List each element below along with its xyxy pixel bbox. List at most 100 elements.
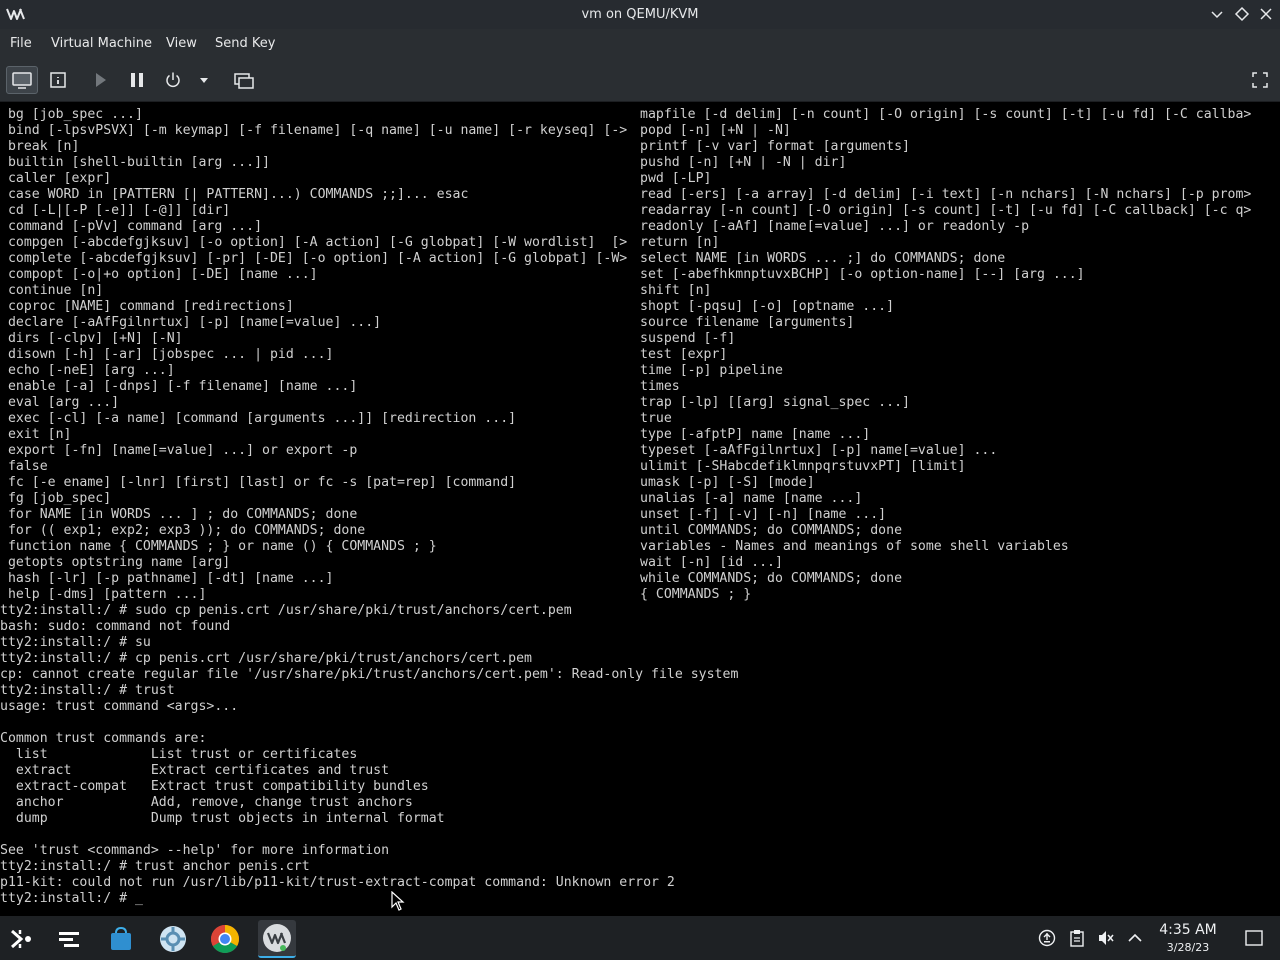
run-icon (96, 73, 106, 87)
vm-console[interactable]: bg [job_spec ...] bind [-lpsvPSVX] [-m k… (0, 102, 1280, 916)
console-line: readarray [-n count] [-O origin] [-s cou… (640, 203, 1252, 218)
console-line: export [-fn] [name[=value] ...] or expor… (0, 443, 358, 458)
console-line: eval [arg ...] (0, 395, 120, 410)
console-line: return [n] (640, 235, 720, 250)
console-line: dump Dump trust objects in internal form… (0, 811, 445, 826)
console-line: caller [expr] (0, 171, 112, 186)
console-line: declare [-aAfFgilnrtux] [-p] [name[=valu… (0, 315, 382, 330)
console-icon (12, 72, 32, 89)
fullscreen-button[interactable] (1246, 66, 1274, 94)
console-line: printf [-v var] format [arguments] (640, 139, 910, 154)
application-launcher-icon (11, 929, 31, 949)
console-line: case WORD in [PATTERN [| PATTERN]...) CO… (0, 187, 469, 202)
console-line: umask [-p] [-S] [mode] (640, 475, 815, 490)
console-view-button[interactable] (6, 66, 38, 94)
minimize-icon[interactable] (1209, 6, 1225, 22)
console-line: p11-kit: could not run /usr/lib/p11-kit/… (0, 875, 675, 890)
console-line: source filename [arguments] (640, 315, 855, 330)
console-line: enable [-a] [-dnps] [-f filename] [name … (0, 379, 358, 394)
console-line: echo [-neE] [arg ...] (0, 363, 175, 378)
console-line: fc [-e ename] [-lnr] [first] [last] or f… (0, 475, 517, 490)
console-line: cp: cannot create regular file '/usr/sha… (0, 667, 739, 682)
console-line: disown [-h] [-ar] [jobspec ... | pid ...… (0, 347, 334, 362)
virt-manager-icon (263, 924, 291, 952)
mouse-cursor-icon (391, 891, 405, 911)
console-line: trap [-lp] [[arg] signal_spec ...] (640, 395, 910, 410)
console-line: function name { COMMANDS ; } or name () … (0, 539, 437, 554)
console-line: readonly [-aAf] [name[=value] ...] or re… (640, 219, 1030, 234)
menu-bar: File Virtual Machine View Send Key (0, 29, 1280, 59)
menu-virtual-machine[interactable]: Virtual Machine (51, 29, 152, 59)
console-line: compgen [-abcdefgjksuv] [-o option] [-A … (0, 235, 628, 250)
task-manager-button[interactable] (50, 920, 88, 958)
clock-time[interactable]: 4:35 AM (1140, 922, 1236, 938)
virt-manager-task[interactable] (258, 920, 296, 958)
power-menu-button[interactable] (193, 66, 215, 94)
window-titlebar[interactable]: vm on QEMU/KVM (0, 0, 1280, 29)
console-line: fg [job_spec] (0, 491, 112, 506)
console-line: break [n] (0, 139, 80, 154)
console-line: pushd [-n] [+N | -N | dir] (640, 155, 847, 170)
console-line: set [-abefhkmnptuvxBCHP] [-o option-name… (640, 267, 1085, 282)
settings-button[interactable] (154, 920, 192, 958)
menu-file[interactable]: File (10, 29, 32, 59)
console-line: bg [job_spec ...] (0, 107, 143, 122)
volume-muted-icon[interactable] (1097, 929, 1115, 947)
pause-icon (131, 73, 143, 87)
console-line: dirs [-clpv] [+N] [-N] (0, 331, 183, 346)
console-line: test [expr] (640, 347, 728, 362)
console-line: pwd [-LP] (640, 171, 712, 186)
console-line: Common trust commands are: (0, 731, 207, 746)
console-line: shopt [-pqsu] [-o] [optname ...] (640, 299, 895, 314)
run-button[interactable] (86, 66, 114, 94)
console-line: getopts optstring name [arg] (0, 555, 231, 570)
power-button[interactable] (159, 66, 187, 94)
dropdown-icon (200, 78, 208, 83)
console-line: unset [-f] [-v] [-n] [name ...] (640, 507, 887, 522)
details-icon (50, 72, 66, 88)
console-line: mapfile [-d delim] [-n count] [-O origin… (640, 107, 1252, 122)
console-line: See 'trust <command> --help' for more in… (0, 843, 390, 858)
clock-date[interactable]: 3/28/23 (1140, 941, 1236, 954)
tray-update-icon[interactable] (1038, 929, 1056, 947)
settings-icon (160, 926, 186, 952)
show-desktop-icon[interactable] (1245, 929, 1263, 947)
fullscreen-icon (1252, 72, 1268, 88)
console-line: builtin [shell-builtin [arg ...]] (0, 155, 270, 170)
power-icon (166, 72, 180, 88)
snapshots-button[interactable] (230, 66, 258, 94)
menu-view[interactable]: View (166, 29, 197, 59)
discover-store-icon (111, 926, 131, 950)
application-launcher-button[interactable] (2, 920, 40, 958)
console-line: cd [-L|[-P [-e]] [-@]] [dir] (0, 203, 231, 218)
console-line: false (0, 459, 48, 474)
console-line: ulimit [-SHabcdefiklmnpqrstuvxPT] [limit… (640, 459, 966, 474)
console-line: compopt [-o|+o option] [-DE] [name ...] (0, 267, 318, 282)
console-line: extract-compat Extract trust compatibili… (0, 779, 429, 794)
details-view-button[interactable] (44, 66, 72, 94)
snapshots-icon (234, 73, 254, 89)
menu-send-key[interactable]: Send Key (215, 29, 275, 59)
console-line: usage: trust command <args>... (0, 699, 239, 714)
maximize-icon[interactable] (1234, 6, 1250, 22)
console-line: read [-ers] [-a array] [-d delim] [-i te… (640, 187, 1252, 202)
console-line: tty2:install:/ # sudo cp penis.crt /usr/… (0, 603, 572, 618)
chrome-button[interactable] (206, 920, 244, 958)
console-line: until COMMANDS; do COMMANDS; done (640, 523, 903, 538)
taskbar: 4:35 AM 3/28/23 (0, 916, 1280, 960)
console-line: select NAME [in WORDS ... ;] do COMMANDS… (640, 251, 1006, 266)
console-line: shift [n] (640, 283, 712, 298)
toolbar (0, 59, 1280, 102)
pause-button[interactable] (123, 66, 151, 94)
console-line: anchor Add, remove, change trust anchors (0, 795, 413, 810)
console-line: typeset [-aAfFgilnrtux] [-p] name[=value… (640, 443, 998, 458)
console-line: for (( exp1; exp2; exp3 )); do COMMANDS;… (0, 523, 366, 538)
console-line: while COMMANDS; do COMMANDS; done (640, 571, 903, 586)
console-line: time [-p] pipeline (640, 363, 783, 378)
close-icon[interactable] (1258, 6, 1274, 22)
console-line: exec [-cl] [-a name] [command [arguments… (0, 411, 517, 426)
discover-store-button[interactable] (102, 920, 140, 958)
console-line: { COMMANDS ; } (640, 587, 752, 602)
task-manager-icon (59, 932, 79, 947)
clipboard-icon[interactable] (1068, 929, 1086, 947)
